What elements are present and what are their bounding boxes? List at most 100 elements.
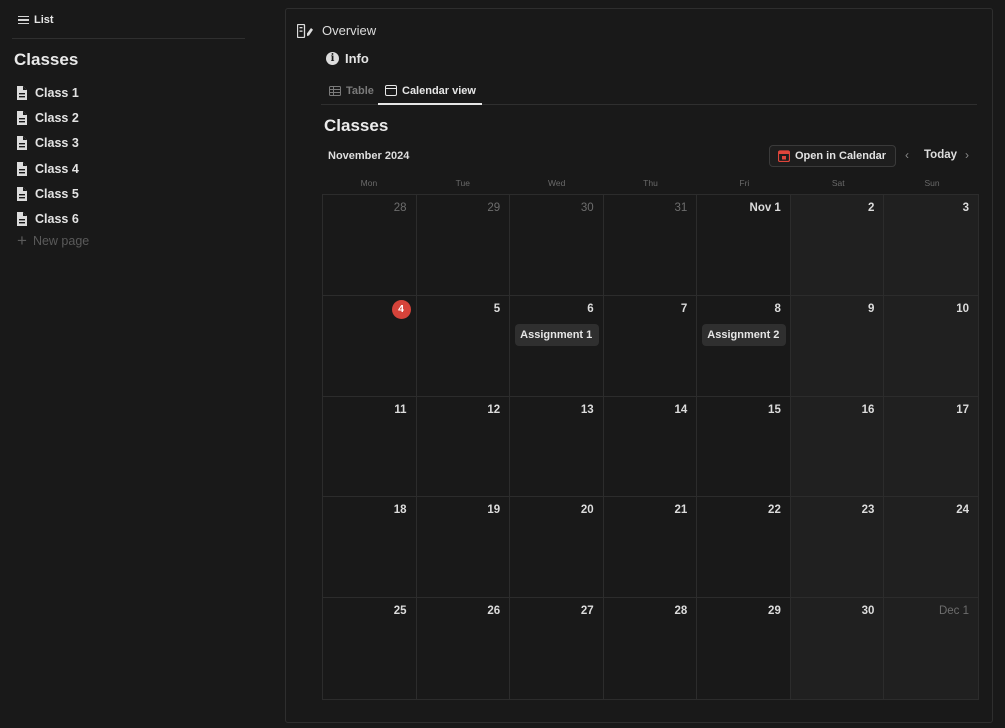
day-number: 12: [487, 403, 501, 416]
day-number: 19: [487, 504, 501, 517]
calendar-icon: [385, 85, 397, 96]
day-number: 2: [868, 202, 875, 214]
class-item-label: Class 5: [35, 186, 79, 201]
calendar-grid: 28 29 30 31 Nov 1 2 3 4 5 6 Assignment 1 7 8 Assignme…: [322, 194, 979, 700]
sidebar-title: Classes: [14, 50, 79, 69]
day-number: Dec 1: [938, 605, 969, 618]
class-item-label: Class 6: [35, 212, 79, 227]
class-item-6[interactable]: Class 6: [16, 206, 79, 231]
calendar-day-cell[interactable]: 28: [603, 598, 698, 699]
day-number: 7: [680, 302, 688, 315]
calendar-day-cell[interactable]: 30: [510, 195, 604, 296]
calendar-day-cell[interactable]: 5: [416, 295, 511, 397]
info-icon: i: [326, 52, 339, 65]
calendar-day-cell[interactable]: 14: [603, 396, 698, 498]
day-number: 29: [768, 605, 781, 618]
calendar-day-cell[interactable]: 25: [323, 598, 417, 699]
calendar-day-cell[interactable]: 18: [323, 497, 417, 599]
document-icon: [17, 85, 27, 100]
weekday-label: Sat: [831, 178, 845, 188]
chevron-left-icon[interactable]: ‹: [905, 148, 909, 162]
calendar-day-cell[interactable]: 8 Assignment 2: [697, 295, 791, 397]
calendar-day-cell[interactable]: 27: [510, 598, 604, 699]
view-tabs: Table Calendar view: [321, 77, 977, 105]
class-list: Class 1 Class 2 Class 3 Class 4 Class 5 …: [16, 80, 79, 232]
document-icon: [17, 110, 27, 125]
event-card[interactable]: Assignment 2: [702, 323, 786, 346]
calendar-day-cell[interactable]: 30: [790, 598, 885, 699]
new-page-label: New page: [32, 233, 90, 248]
left-panel: List Classes Class 1 Class 2 Class 3 Cla…: [0, 0, 260, 728]
calendar-day-cell[interactable]: 24: [884, 497, 978, 599]
weekday-label: Thu: [643, 178, 658, 188]
day-number: 25: [393, 605, 407, 618]
calendar-day-cell[interactable]: 16: [790, 396, 885, 498]
class-item-5[interactable]: Class 5: [16, 181, 79, 206]
day-number: 13: [580, 403, 594, 416]
calendar-day-cell[interactable]: 22: [697, 497, 791, 599]
overview-header[interactable]: Overview: [297, 23, 376, 38]
class-item-3[interactable]: Class 3: [16, 131, 79, 156]
weekday-label: Wed: [547, 178, 566, 188]
class-item-label: Class 3: [35, 136, 79, 151]
class-item-label: Class 2: [35, 110, 79, 125]
calendar-day-cell[interactable]: Nov 1: [697, 195, 791, 296]
calendar-day-cell[interactable]: 15: [697, 396, 791, 498]
tab-table[interactable]: Table: [329, 77, 374, 104]
class-item-1[interactable]: Class 1: [16, 80, 79, 105]
calendar-day-cell[interactable]: 29: [416, 195, 511, 296]
weekday-label: Mon: [360, 178, 378, 188]
list-view-tab-label: List: [34, 14, 54, 26]
plus-icon: +: [17, 231, 27, 250]
calendar-day-cell[interactable]: 6 Assignment 1: [510, 295, 604, 397]
calendar-day-cell[interactable]: 19: [416, 497, 511, 599]
calendar-day-cell[interactable]: 28: [323, 195, 417, 296]
calendar-day-cell[interactable]: 2: [790, 195, 885, 296]
calendar-day-cell[interactable]: 12: [416, 396, 511, 498]
calendar-app-icon: [778, 150, 790, 162]
overview-label: Overview: [322, 23, 377, 38]
class-item-4[interactable]: Class 4: [16, 156, 79, 181]
calendar-day-cell[interactable]: Dec 1: [884, 598, 978, 699]
divider: [12, 38, 245, 39]
day-number: 6: [587, 302, 594, 315]
calendar-title: Classes: [324, 116, 389, 135]
day-number: 27: [580, 605, 594, 618]
calendar-day-cell[interactable]: 13: [510, 396, 604, 498]
calendar-day-cell[interactable]: 23: [790, 497, 885, 599]
calendar-day-cell[interactable]: 29: [697, 598, 791, 699]
day-number: 29: [487, 202, 501, 214]
calendar-day-cell[interactable]: 17: [884, 396, 978, 498]
chevron-right-icon[interactable]: ›: [965, 148, 969, 162]
calendar-day-cell[interactable]: 26: [416, 598, 511, 699]
calendar-day-cell[interactable]: 21: [603, 497, 698, 599]
class-item-label: Class 4: [35, 161, 79, 176]
day-number: 18: [393, 504, 407, 517]
info-header[interactable]: i Info: [326, 51, 369, 66]
tab-calendar-view[interactable]: Calendar view: [378, 77, 482, 105]
calendar-day-cell[interactable]: 7: [603, 295, 698, 397]
calendar-day-cell[interactable]: 4: [323, 295, 417, 397]
document-icon: [17, 161, 27, 176]
event-card[interactable]: Assignment 1: [515, 323, 599, 346]
list-view-tab[interactable]: List: [18, 14, 54, 26]
calendar-day-cell[interactable]: 9: [790, 295, 885, 397]
class-item-2[interactable]: Class 2: [16, 105, 79, 130]
database-edit-icon: [297, 23, 313, 38]
day-number: 11: [394, 403, 407, 416]
day-number: Nov 1: [749, 202, 781, 214]
day-number: 26: [487, 605, 501, 618]
calendar-day-cell[interactable]: 11: [323, 396, 417, 498]
calendar-day-cell[interactable]: 3: [884, 195, 978, 296]
calendar-day-cell[interactable]: 31: [603, 195, 698, 296]
day-number: 31: [674, 202, 688, 214]
today-button[interactable]: Today: [924, 149, 957, 161]
calendar-day-cell[interactable]: 10: [884, 295, 978, 397]
new-page-button[interactable]: + New page: [17, 232, 89, 249]
day-number: 10: [956, 302, 969, 315]
day-number: 15: [768, 403, 781, 416]
day-number: 3: [962, 202, 969, 214]
day-number: 22: [768, 504, 781, 517]
open-in-calendar-button[interactable]: Open in Calendar: [769, 145, 897, 167]
calendar-day-cell[interactable]: 20: [510, 497, 604, 599]
